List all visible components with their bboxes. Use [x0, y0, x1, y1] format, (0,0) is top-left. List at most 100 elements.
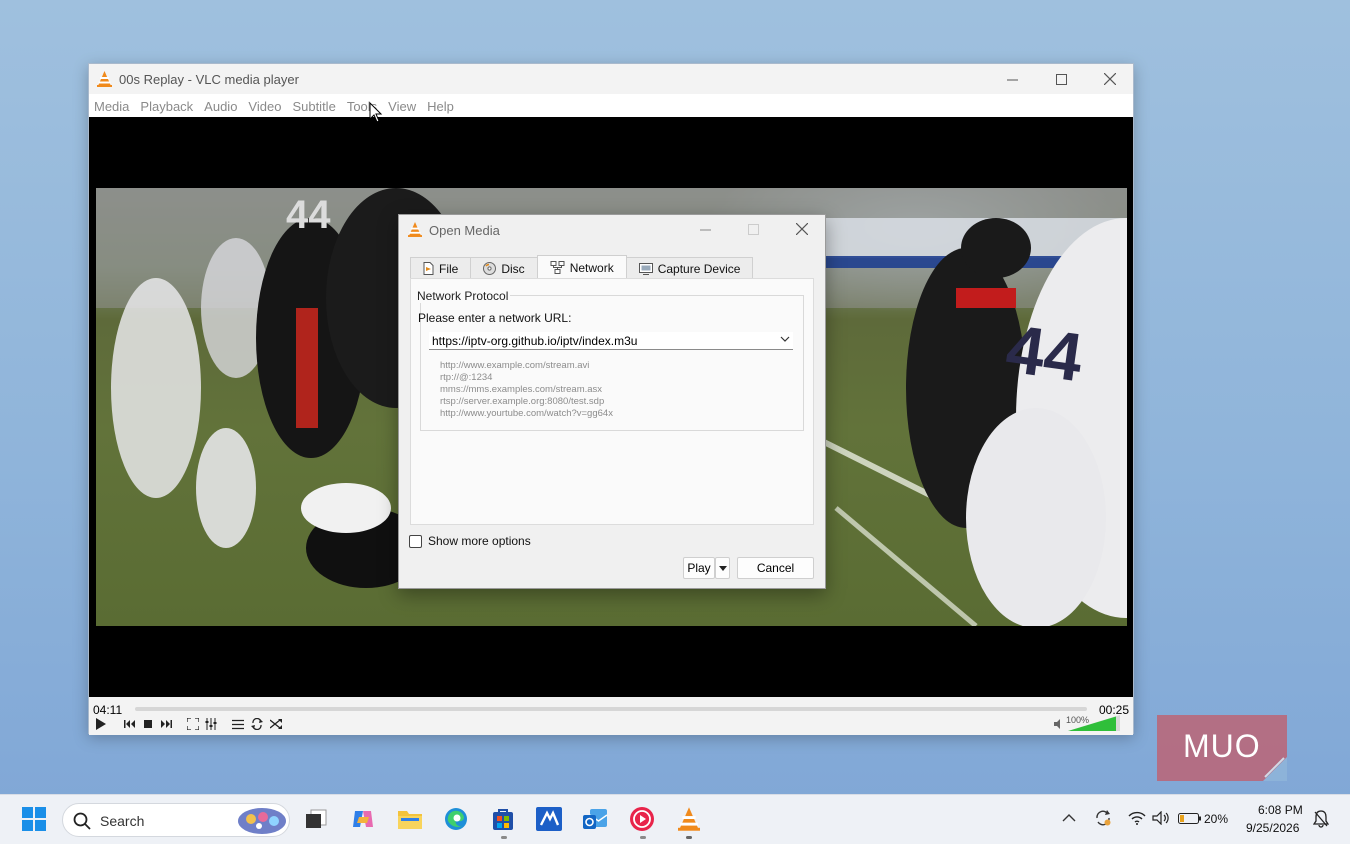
- start-button[interactable]: [19, 804, 49, 834]
- notification-bell-icon[interactable]: [1313, 810, 1329, 828]
- edge-button[interactable]: [441, 804, 471, 834]
- dialog-minimize-button[interactable]: [682, 215, 728, 243]
- tab-capture-device[interactable]: Capture Device: [625, 257, 754, 279]
- taskbar-search[interactable]: Search: [62, 803, 290, 837]
- task-view-button[interactable]: [301, 804, 331, 834]
- playback-controls: 04:11 00:25 100%: [89, 697, 1133, 735]
- battery-icon[interactable]: [1178, 813, 1202, 824]
- muo-logo-text: MUO: [1183, 728, 1261, 764]
- play-icon: [96, 718, 106, 730]
- outlook-icon: [583, 809, 608, 829]
- close-icon: [1104, 73, 1116, 85]
- menu-audio[interactable]: Audio: [199, 94, 242, 117]
- stop-button[interactable]: [140, 716, 156, 732]
- example-url: rtsp://server.example.org:8080/test.sdp: [440, 396, 605, 407]
- copilot-icon: [353, 811, 373, 827]
- loop-button[interactable]: [249, 716, 265, 732]
- menu-view[interactable]: View: [383, 94, 421, 117]
- dialog-close-button[interactable]: [779, 215, 825, 243]
- fullscreen-button[interactable]: [185, 716, 201, 732]
- chevron-up-icon[interactable]: [1062, 813, 1076, 822]
- volume-slider[interactable]: [1068, 715, 1122, 731]
- speaker-icon[interactable]: [1054, 719, 1064, 729]
- play-options-dropdown[interactable]: [715, 557, 730, 579]
- show-more-options-row[interactable]: Show more options: [409, 534, 531, 548]
- fullscreen-icon: [187, 718, 199, 730]
- play-button[interactable]: Play: [683, 557, 715, 579]
- tab-network[interactable]: Network: [536, 255, 627, 279]
- tab-disc[interactable]: Disc: [470, 257, 538, 279]
- shuffle-button[interactable]: [268, 716, 284, 732]
- tab-file[interactable]: File: [410, 257, 472, 279]
- menu-subtitle[interactable]: Subtitle: [287, 94, 340, 117]
- copilot-button[interactable]: [348, 804, 378, 834]
- next-button[interactable]: [158, 716, 174, 732]
- maximize-icon: [1055, 73, 1067, 85]
- minimize-button[interactable]: [988, 64, 1036, 94]
- previous-button[interactable]: [122, 716, 138, 732]
- seek-bar[interactable]: [135, 707, 1087, 711]
- menu-video[interactable]: Video: [243, 94, 286, 117]
- search-icon: [73, 812, 91, 830]
- clock-date[interactable]: 9/25/2026: [1246, 821, 1299, 835]
- vlc-taskbar-button[interactable]: [674, 804, 704, 834]
- folder-icon: [398, 811, 422, 829]
- network-icon: [550, 261, 565, 274]
- skip-forward-icon: [161, 720, 172, 728]
- dialog-maximize-button[interactable]: [730, 215, 776, 243]
- cancel-button[interactable]: Cancel: [737, 557, 814, 579]
- tab-capture-device-label: Capture Device: [657, 261, 741, 276]
- open-media-dialog: Open Media File Disc Network Capture Dev…: [398, 214, 826, 589]
- url-prompt-label: Please enter a network URL:: [418, 311, 572, 325]
- media-player-button[interactable]: [627, 804, 657, 834]
- store-icon: [493, 809, 513, 830]
- playlist-button[interactable]: [230, 716, 246, 732]
- search-label: Search: [100, 813, 145, 829]
- sync-icon[interactable]: [1094, 809, 1112, 827]
- svg-text:44: 44: [1002, 310, 1088, 396]
- example-url: http://www.example.com/stream.avi: [440, 360, 590, 371]
- mouse-cursor-icon: [369, 102, 383, 123]
- running-indicator: [686, 836, 692, 839]
- wifi-icon[interactable]: [1128, 811, 1146, 825]
- vlc-cone-icon: [97, 71, 112, 87]
- close-button[interactable]: [1086, 64, 1134, 94]
- title-bar[interactable]: 00s Replay - VLC media player: [89, 64, 1133, 94]
- edge-browser-icon: [445, 808, 467, 830]
- window-title: 00s Replay - VLC media player: [119, 72, 299, 87]
- vlc-cone-icon: [408, 222, 422, 237]
- svg-text:44: 44: [286, 193, 331, 237]
- maximize-button[interactable]: [1037, 64, 1085, 94]
- chevron-down-icon[interactable]: [780, 335, 790, 343]
- microsoft-store-button[interactable]: [488, 804, 518, 834]
- volume-icon[interactable]: [1152, 811, 1170, 825]
- show-more-options-checkbox[interactable]: [409, 534, 422, 548]
- play-button-label: Play: [687, 561, 711, 575]
- playlist-icon: [232, 719, 244, 729]
- menu-help[interactable]: Help: [422, 94, 459, 117]
- battery-percent[interactable]: 20%: [1204, 812, 1228, 826]
- visual-studio-button[interactable]: [534, 804, 564, 834]
- vlc-cone-icon: [678, 807, 700, 831]
- example-url: http://www.yourtube.com/watch?v=gg64x: [440, 408, 613, 419]
- stop-icon: [144, 720, 152, 728]
- elapsed-time: 04:11: [93, 703, 123, 717]
- extended-settings-button[interactable]: [203, 716, 219, 732]
- clock-time[interactable]: 6:08 PM: [1258, 803, 1303, 817]
- play-button[interactable]: [93, 716, 109, 732]
- menu-playback[interactable]: Playback: [135, 94, 198, 117]
- menu-media[interactable]: Media: [89, 94, 134, 117]
- file-explorer-button[interactable]: [395, 804, 425, 834]
- disc-icon: [483, 262, 497, 275]
- file-icon: [423, 262, 434, 275]
- maximize-icon: [747, 223, 759, 235]
- shuffle-icon: [270, 719, 282, 729]
- minimize-icon: [1006, 79, 1018, 80]
- caret-down-icon: [718, 565, 727, 571]
- network-url-input[interactable]: https://iptv-org.github.io/iptv/index.m3…: [429, 332, 793, 350]
- outlook-button[interactable]: [580, 804, 610, 834]
- task-view-icon: [306, 809, 327, 828]
- url-examples: http://www.example.com/stream.avi rtp://…: [440, 360, 613, 420]
- example-url: mms://mms.examples.com/stream.asx: [440, 384, 603, 395]
- network-protocol-label: Network Protocol: [415, 289, 511, 303]
